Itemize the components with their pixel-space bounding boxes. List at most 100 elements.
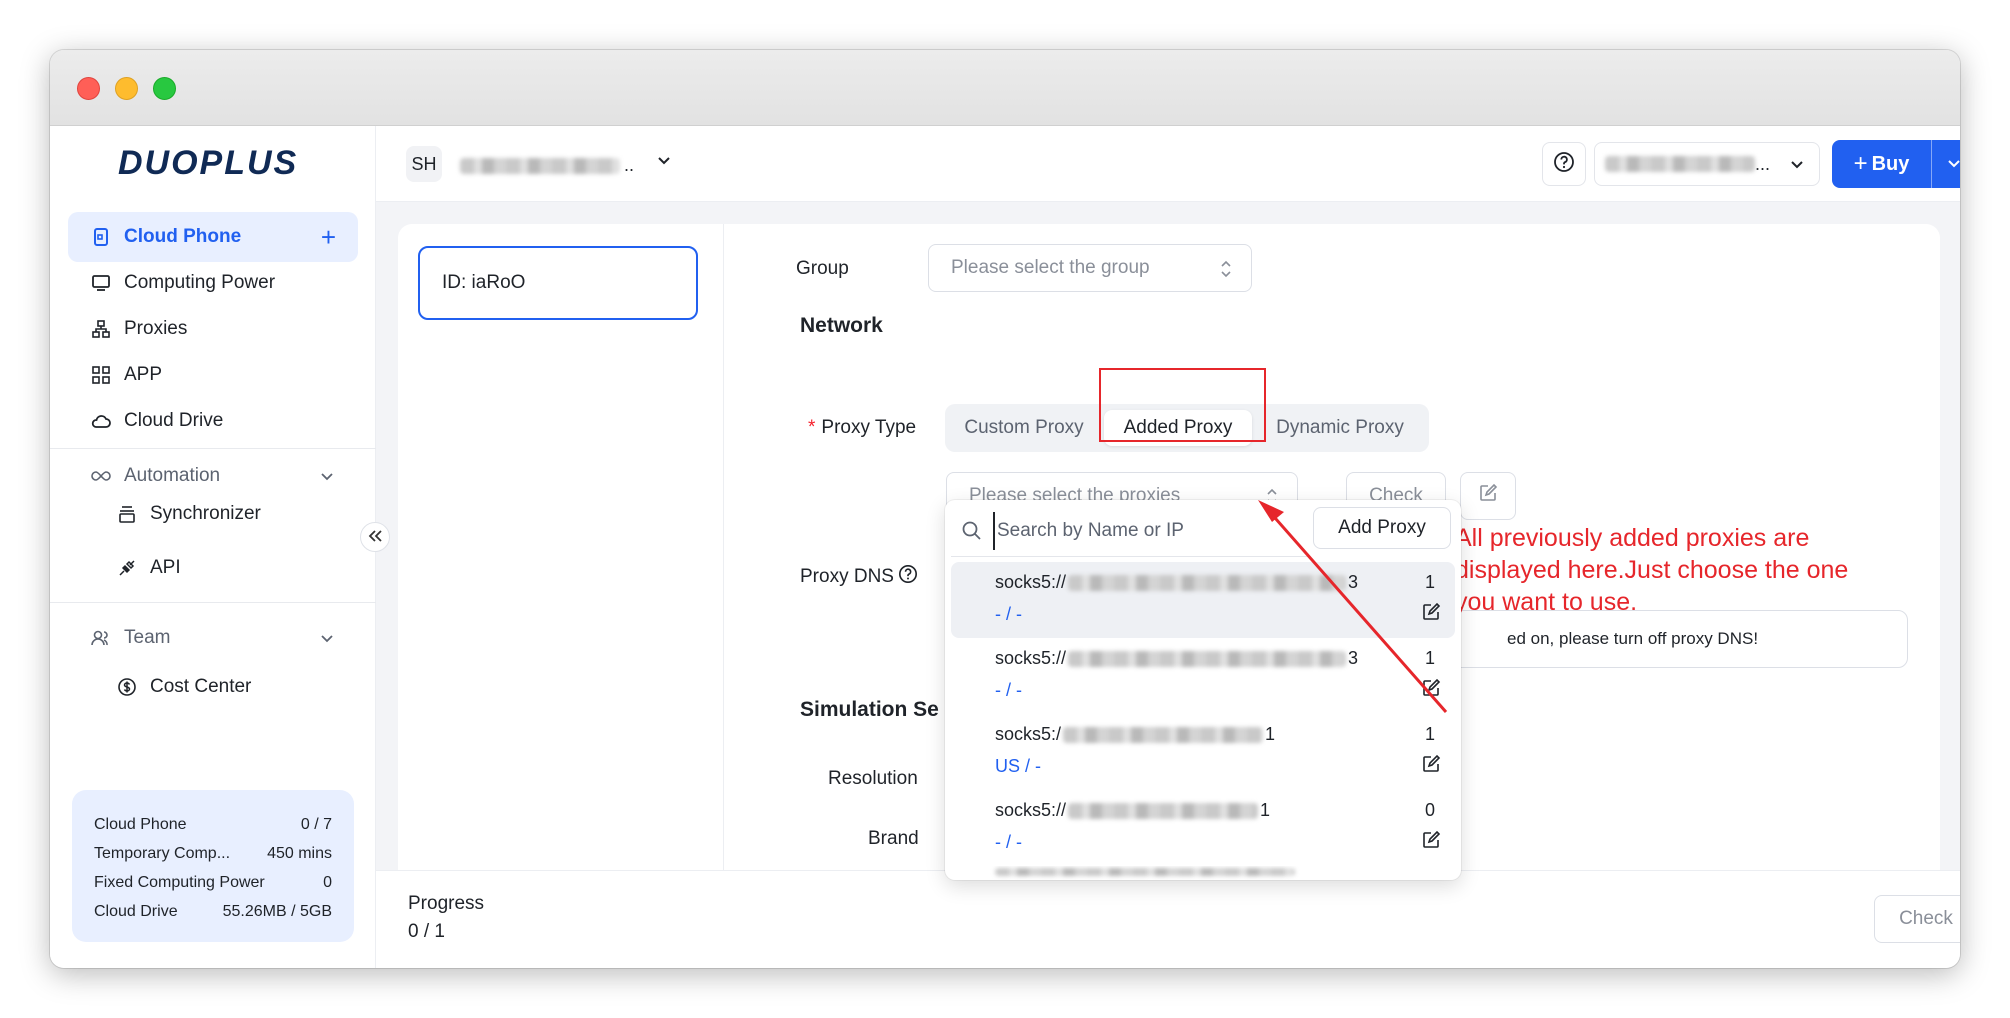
- proxy-option[interactable]: socks5:/ 1 US / - 1: [951, 714, 1455, 790]
- redacted-proxy-host: [1063, 726, 1264, 743]
- plus-icon: +: [1853, 150, 1868, 177]
- proxy-location: - / -: [995, 604, 1022, 624]
- maximize-window-button[interactable]: [153, 77, 176, 100]
- sidebar-item-computing-power[interactable]: Computing Power: [68, 258, 358, 308]
- proxy-search-input[interactable]: [993, 512, 1293, 550]
- proxy-option[interactable]: socks5:// 3 - / - 1: [951, 562, 1455, 638]
- search-divider: [951, 556, 1309, 557]
- proxy-option[interactable]: socks5:// 1 - / - 0: [951, 790, 1455, 866]
- redacted-proxy-host: [1068, 802, 1259, 819]
- sidebar-item-app[interactable]: APP: [68, 350, 358, 400]
- edit-icon[interactable]: [1421, 602, 1441, 627]
- proxy-port-suffix: 3: [1348, 572, 1359, 592]
- minimize-window-button[interactable]: [115, 77, 138, 100]
- network-icon: [90, 318, 112, 340]
- proxy-usage-count: 1: [1424, 572, 1435, 592]
- proxy-dns-label: Proxy DNS: [800, 564, 918, 590]
- proxy-option[interactable]: socks5:// 3 - / - 1: [951, 638, 1455, 714]
- usage-value: 0 / 7: [300, 815, 332, 833]
- layers-icon: [116, 503, 138, 525]
- buy-options-button[interactable]: [1932, 153, 1960, 176]
- annotation-text: All previously added proxies are display…: [1455, 524, 1849, 616]
- usage-row: Temporary Comp... 450 mins: [94, 839, 332, 868]
- help-button[interactable]: [1542, 142, 1586, 186]
- proxy-scheme: socks5:/: [995, 724, 1062, 744]
- title-bar: [50, 50, 1960, 126]
- required-marker: *: [808, 417, 816, 438]
- sidebar-item-label: Synchronizer: [150, 503, 261, 524]
- workspace-selector[interactable]: ..: [460, 155, 634, 176]
- top-bar: SH .. ... + Buy: [376, 126, 1960, 202]
- account-name-suffix: ...: [1755, 153, 1771, 174]
- sidebar-item-api[interactable]: API: [68, 543, 358, 593]
- proxy-usage-count: 1: [1424, 648, 1435, 668]
- redacted-proxy-host: [1068, 650, 1347, 667]
- plug-icon: [116, 557, 138, 579]
- proxy-usage-count: 0: [1424, 800, 1435, 820]
- sidebar-item-label: Proxies: [124, 318, 188, 339]
- help-icon[interactable]: [898, 564, 918, 590]
- sidebar-item-label: Cloud Phone: [124, 226, 242, 247]
- add-cloud-phone-icon[interactable]: +: [321, 222, 336, 253]
- edit-icon[interactable]: [1421, 754, 1441, 779]
- double-chevron-left-icon: [367, 526, 383, 549]
- sidebar-divider: [50, 602, 376, 603]
- usage-row: Cloud Phone 0 / 7: [94, 810, 332, 839]
- tab-custom-proxy[interactable]: Custom Proxy: [953, 404, 1095, 452]
- proxy-address: socks5:// 1: [995, 800, 1270, 821]
- proxy-port-suffix: 1: [1260, 800, 1271, 820]
- usage-value: 450 mins: [267, 844, 332, 862]
- device-list: ID: iaRoO: [398, 224, 724, 968]
- sidebar-item-synchronizer[interactable]: Synchronizer: [68, 489, 358, 539]
- proxy-usage-count: 1: [1424, 724, 1435, 744]
- search-icon: [961, 520, 983, 547]
- sidebar-item-cloud-drive[interactable]: Cloud Drive: [68, 396, 358, 446]
- tab-dynamic-proxy[interactable]: Dynamic Proxy: [1261, 404, 1419, 452]
- redacted-proxy-host: [1068, 574, 1347, 591]
- sidebar-item-label: Cost Center: [150, 676, 252, 697]
- sidebar-item-cost-center[interactable]: Cost Center: [68, 662, 358, 712]
- resolution-label: Resolution: [828, 768, 918, 789]
- edit-icon: [1478, 483, 1498, 509]
- buy-button[interactable]: + Buy: [1832, 140, 1932, 188]
- device-card[interactable]: ID: iaRoO: [418, 246, 698, 320]
- redacted-proxy-host: [995, 868, 1295, 876]
- check-button[interactable]: Check: [1874, 895, 1960, 943]
- sidebar-item-cloud-phone[interactable]: Cloud Phone +: [68, 212, 358, 262]
- chevron-down-icon[interactable]: [656, 154, 672, 172]
- sidebar-item-proxies[interactable]: Proxies: [68, 304, 358, 354]
- monitor-icon: [90, 272, 112, 294]
- usage-label: Temporary Comp...: [94, 844, 231, 862]
- dns-warning-alert: ed on, please turn off proxy DNS!: [1428, 610, 1908, 668]
- edit-icon[interactable]: [1421, 830, 1441, 855]
- app-window: DUOPLUS Cloud Phone + Computing Power Pr…: [50, 50, 1960, 968]
- sidebar-item-label: Computing Power: [124, 272, 276, 293]
- usage-value: 55.26MB / 5GB: [222, 902, 332, 920]
- proxy-port-suffix: 3: [1348, 648, 1359, 668]
- proxy-type-label: * Proxy Type: [808, 417, 916, 439]
- help-icon: [1553, 151, 1575, 178]
- usage-label: Cloud Phone: [94, 815, 187, 833]
- proxy-location: US / -: [995, 756, 1042, 776]
- group-select[interactable]: Please select the group: [928, 244, 1252, 292]
- annotation-highlight-box: [1099, 368, 1266, 442]
- cloud-icon: [90, 410, 112, 432]
- close-window-button[interactable]: [77, 77, 100, 100]
- sidebar-group-team[interactable]: Team: [68, 613, 358, 663]
- proxy-port-suffix: 1: [1265, 724, 1276, 744]
- chevron-down-icon: [1946, 153, 1960, 176]
- sidebar-item-label: Cloud Drive: [124, 410, 224, 431]
- proxy-type-label-text: Proxy Type: [821, 417, 917, 438]
- account-selector[interactable]: ...: [1594, 142, 1820, 186]
- proxy-option-partial[interactable]: [951, 866, 1455, 880]
- proxy-address: socks5:// 3: [995, 648, 1358, 669]
- collapse-sidebar-button[interactable]: [360, 522, 390, 552]
- edit-proxy-button[interactable]: [1460, 472, 1516, 520]
- add-proxy-button[interactable]: Add Proxy: [1313, 507, 1451, 549]
- network-section-title: Network: [800, 314, 883, 337]
- infinity-icon: [90, 465, 112, 487]
- edit-icon[interactable]: [1421, 678, 1441, 703]
- group-select-placeholder: Please select the group: [951, 257, 1150, 278]
- proxy-search-row: Add Proxy: [945, 500, 1461, 562]
- redacted-workspace-name: [460, 157, 620, 174]
